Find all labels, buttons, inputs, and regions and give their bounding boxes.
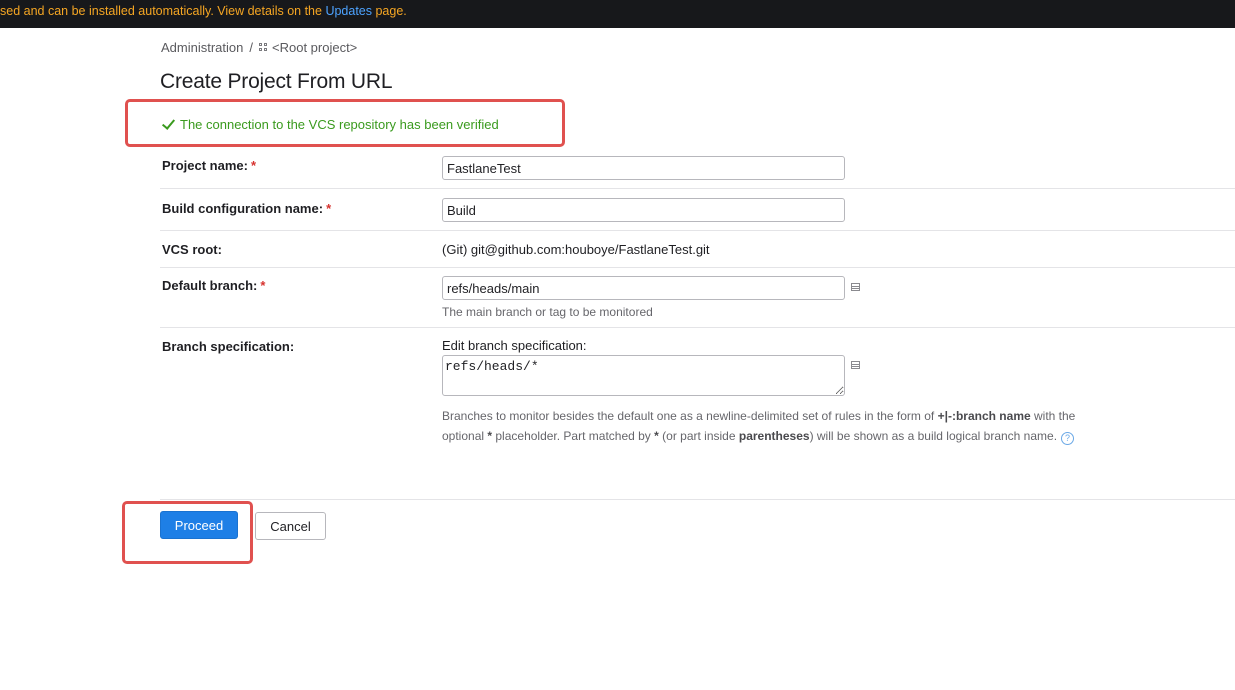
question-mark-icon[interactable]: ? <box>1061 432 1075 445</box>
create-project-form: Project name:* Build configuration name:… <box>160 146 1235 500</box>
list-icon[interactable] <box>851 283 860 291</box>
update-banner-text: sed and can be installed automatically. … <box>0 1 407 21</box>
required-marker: * <box>326 201 332 216</box>
help-bold: +|-:branch name <box>937 409 1031 423</box>
default-branch-field-wrap: The main branch or tag to be monitored <box>442 276 845 319</box>
help-text: ) will be shown as a build logical branc… <box>809 429 1058 443</box>
form-row-build-config-name: Build configuration name: * <box>160 189 1235 231</box>
form-row-default-branch: Default branch:* The main branch or tag … <box>160 268 1235 328</box>
vcs-root-label: VCS root: <box>162 242 222 257</box>
build-config-name-input[interactable] <box>442 198 845 222</box>
default-branch-label-text: Default branch: <box>162 278 258 293</box>
page-title: Create Project From URL <box>160 70 393 93</box>
annotation-highlight-proceed <box>122 501 253 564</box>
project-grid-icon <box>259 43 268 52</box>
help-text: placeholder. Part matched by <box>492 429 655 443</box>
project-name-field-wrap <box>442 156 845 180</box>
branch-spec-field-wrap: Edit branch specification: refs/heads/* … <box>442 338 1082 446</box>
branch-spec-textarea[interactable]: refs/heads/* <box>442 355 845 396</box>
banner-text-start: sed and can be installed automatically. … <box>0 4 326 18</box>
default-branch-label: Default branch: * <box>162 278 265 293</box>
annotation-highlight-status <box>125 99 565 147</box>
updates-link[interactable]: Updates <box>325 4 372 18</box>
build-config-name-field-wrap <box>442 198 845 222</box>
branch-spec-help: Branches to monitor besides the default … <box>442 406 1082 446</box>
breadcrumb-root-project-link[interactable]: <Root project> <box>272 40 357 55</box>
form-row-vcs-root: VCS root: (Git) git@github.com:houboye/F… <box>160 231 1235 268</box>
update-banner: sed and can be installed automatically. … <box>0 0 1235 28</box>
form-row-branch-specification: Branch specification: Edit branch specif… <box>160 328 1235 500</box>
banner-text-end: page. <box>372 4 407 18</box>
default-branch-note: The main branch or tag to be monitored <box>442 305 653 319</box>
cancel-button[interactable]: Cancel <box>255 512 326 540</box>
build-config-name-label-text: Build configuration name: <box>162 201 324 216</box>
help-text: Branches to monitor besides the default … <box>442 409 938 423</box>
default-branch-input[interactable] <box>442 276 845 300</box>
list-icon[interactable] <box>851 361 860 369</box>
help-text: (or part inside <box>658 429 739 443</box>
required-marker: * <box>250 158 257 173</box>
form-row-project-name: Project name: * <box>160 146 1235 189</box>
branch-spec-label: Branch specification: <box>162 339 295 354</box>
breadcrumb-administration-link[interactable]: Administration <box>161 40 243 55</box>
branch-spec-sublabel: Edit branch specification: <box>442 338 587 353</box>
project-name-label: Project name: * <box>162 158 256 173</box>
vcs-root-value: (Git) git@github.com:houboye/FastlaneTes… <box>442 242 710 257</box>
breadcrumb: Administration / <Root project> <box>161 40 357 55</box>
required-marker: * <box>260 278 266 293</box>
breadcrumb-separator: / <box>249 40 253 55</box>
project-name-input[interactable] <box>442 156 845 180</box>
project-name-label-text: Project name: <box>162 158 248 173</box>
help-bold: parentheses <box>738 429 810 443</box>
build-config-name-label: Build configuration name: * <box>162 201 331 216</box>
